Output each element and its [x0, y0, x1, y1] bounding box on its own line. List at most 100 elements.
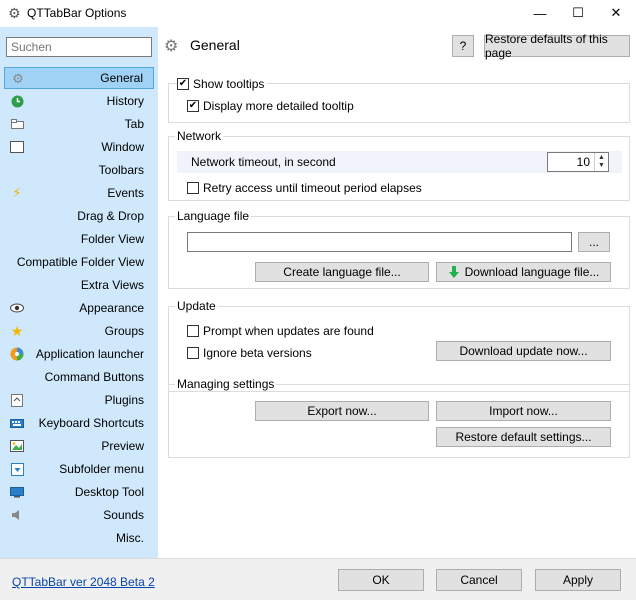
- detailed-tooltip-checkbox[interactable]: ✔ Display more detailed tooltip: [187, 99, 354, 113]
- import-button[interactable]: Import now...: [436, 401, 611, 421]
- lightning-icon: ⚡: [12, 185, 22, 200]
- sidebar-item-application-launcher[interactable]: Application launcher: [4, 343, 154, 365]
- stepper-arrows[interactable]: ▲ ▼: [594, 153, 608, 171]
- ok-button[interactable]: OK: [338, 569, 424, 591]
- language-group: Language file ... Create language file..…: [168, 209, 630, 289]
- sidebar-item-label: History: [106, 94, 144, 108]
- group-label: Network: [175, 129, 224, 143]
- eye-icon: [10, 301, 24, 315]
- main-panel: ⚙ General ? Restore defaults of this pag…: [158, 27, 636, 558]
- sidebar-item-keyboard-shortcuts[interactable]: Keyboard Shortcuts: [4, 412, 154, 434]
- gear-icon: ⚙: [164, 38, 179, 55]
- export-button[interactable]: Export now...: [255, 401, 429, 421]
- speaker-icon: [10, 508, 24, 522]
- sidebar-item-label: Command Buttons: [44, 370, 144, 384]
- history-icon: [10, 94, 24, 108]
- desktop-icon: [10, 485, 24, 499]
- browse-button[interactable]: ...: [578, 232, 610, 252]
- sidebar-item-label: Tab: [124, 117, 144, 131]
- ignore-beta-checkbox[interactable]: Ignore beta versions: [187, 346, 312, 360]
- title-bar: ⚙ QTTabBar Options — ☐ ✕: [0, 0, 636, 27]
- sidebar: ⚙ General History Tab Window Toolbars ⚡ …: [0, 27, 158, 558]
- sidebar-item-tab[interactable]: Tab: [4, 113, 154, 135]
- sidebar-item-desktop-tool[interactable]: Desktop Tool: [4, 481, 154, 503]
- checkbox-box: [187, 325, 199, 337]
- sidebar-item-history[interactable]: History: [4, 90, 154, 112]
- sidebar-item-label: Keyboard Shortcuts: [38, 416, 144, 430]
- preview-icon: [10, 439, 24, 453]
- download-arrow-icon: [448, 265, 459, 278]
- timeout-stepper[interactable]: 10 ▲ ▼: [547, 152, 609, 172]
- subfolder-icon: [10, 462, 24, 476]
- timeout-value: 10: [576, 155, 590, 169]
- sidebar-item-general[interactable]: ⚙ General: [4, 67, 154, 89]
- managing-settings-group: Managing settings Export now... Import n…: [168, 377, 630, 458]
- sidebar-item-compatible-folder-view[interactable]: Compatible Folder View: [4, 251, 154, 273]
- plugin-icon: [10, 393, 24, 407]
- sidebar-item-label: Plugins: [104, 393, 144, 407]
- restore-page-defaults-button[interactable]: Restore defaults of this page: [484, 32, 630, 60]
- sidebar-item-label: Misc.: [116, 531, 144, 545]
- sidebar-item-label: Events: [107, 186, 144, 200]
- checkbox-label: Retry access until timeout period elapse…: [203, 181, 422, 195]
- apply-button[interactable]: Apply: [535, 569, 621, 591]
- star-icon: ★: [10, 322, 24, 339]
- checkbox-label: Ignore beta versions: [203, 346, 312, 360]
- sidebar-item-label: Compatible Folder View: [16, 255, 144, 269]
- checkbox-box: [187, 182, 199, 194]
- sidebar-item-preview[interactable]: Preview: [4, 435, 154, 457]
- sidebar-item-drag-drop[interactable]: Drag & Drop: [4, 205, 154, 227]
- timeout-row: Network timeout, in second 10 ▲ ▼: [177, 151, 622, 173]
- sidebar-item-label: Application launcher: [35, 347, 144, 361]
- sidebar-item-command-buttons[interactable]: Command Buttons: [4, 366, 154, 388]
- sidebar-item-label: Extra Views: [80, 278, 144, 292]
- sidebar-item-appearance[interactable]: Appearance: [4, 297, 154, 319]
- down-arrow-icon[interactable]: ▼: [598, 162, 605, 169]
- up-arrow-icon[interactable]: ▲: [598, 154, 605, 161]
- checkbox-label: Prompt when updates are found: [203, 324, 374, 338]
- version-link[interactable]: QTTabBar ver 2048 Beta 2: [12, 575, 155, 589]
- sidebar-item-extra-views[interactable]: Extra Views: [4, 274, 154, 296]
- sidebar-item-label: Window: [101, 140, 144, 154]
- sidebar-item-label: Appearance: [79, 301, 144, 315]
- cancel-button[interactable]: Cancel: [436, 569, 522, 591]
- checkbox-label: Show tooltips: [193, 77, 265, 91]
- sidebar-item-toolbars[interactable]: Toolbars: [4, 159, 154, 181]
- launcher-icon: [10, 347, 24, 361]
- restore-default-settings-button[interactable]: Restore default settings...: [436, 427, 611, 447]
- sidebar-item-window[interactable]: Window: [4, 136, 154, 158]
- sidebar-item-misc[interactable]: Misc.: [4, 527, 154, 549]
- button-label: Download language file...: [464, 265, 600, 279]
- retry-checkbox[interactable]: Retry access until timeout period elapse…: [187, 181, 422, 195]
- language-file-input[interactable]: [187, 232, 572, 252]
- group-label: Language file: [175, 209, 252, 223]
- footer: QTTabBar ver 2048 Beta 2 OK Cancel Apply: [0, 558, 636, 600]
- sidebar-item-folder-view[interactable]: Folder View: [4, 228, 154, 250]
- checkbox-label: Display more detailed tooltip: [203, 99, 354, 113]
- sidebar-item-label: Groups: [104, 324, 144, 338]
- create-language-file-button[interactable]: Create language file...: [255, 262, 429, 282]
- download-update-button[interactable]: Download update now...: [436, 341, 611, 361]
- sidebar-item-events[interactable]: ⚡ Events: [4, 182, 154, 204]
- sidebar-item-groups[interactable]: ★ Groups: [4, 320, 154, 342]
- window-icon: [10, 140, 24, 154]
- network-group: Network Network timeout, in second 10 ▲ …: [168, 129, 630, 201]
- help-button[interactable]: ?: [452, 35, 474, 57]
- checkmark-icon: ✔: [187, 100, 199, 112]
- group-label: Update: [175, 299, 218, 313]
- page-title: General: [190, 37, 240, 53]
- show-tooltips-checkbox[interactable]: ✔ Show tooltips: [177, 77, 268, 91]
- tab-icon: [10, 117, 24, 131]
- checkbox-box: [187, 347, 199, 359]
- prompt-updates-checkbox[interactable]: Prompt when updates are found: [187, 324, 374, 338]
- checkmark-icon: ✔: [177, 78, 189, 90]
- sidebar-item-label: Sounds: [103, 508, 144, 522]
- sidebar-item-sounds[interactable]: Sounds: [4, 504, 154, 526]
- sidebar-item-plugins[interactable]: Plugins: [4, 389, 154, 411]
- sidebar-item-label: Drag & Drop: [77, 209, 144, 223]
- close-button[interactable]: ✕: [594, 0, 636, 26]
- sidebar-item-subfolder-menu[interactable]: Subfolder menu: [4, 458, 154, 480]
- search-input[interactable]: [6, 37, 152, 57]
- keyboard-icon: [10, 416, 24, 430]
- download-language-file-button[interactable]: Download language file...: [436, 262, 611, 282]
